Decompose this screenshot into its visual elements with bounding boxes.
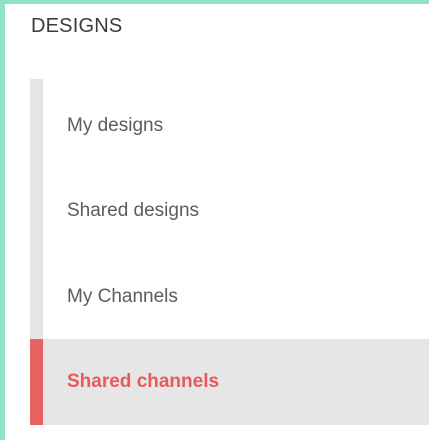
frame-top-border: [0, 0, 429, 4]
section-heading: DESIGNS: [31, 15, 123, 37]
nav-item-label: Shared designs: [67, 200, 200, 221]
active-indicator: [30, 339, 43, 425]
nav-item-label: My designs: [67, 115, 164, 136]
nav-item-shared-designs[interactable]: Shared designs: [30, 168, 429, 254]
nav-item-shared-channels[interactable]: Shared channels: [30, 339, 429, 425]
frame-left-border: [0, 0, 5, 440]
designs-nav: My designs Shared designs My Channels Sh…: [30, 79, 429, 425]
nav-item-label: Shared channels: [67, 371, 220, 392]
nav-item-label: My Channels: [67, 286, 178, 307]
nav-item-my-channels[interactable]: My Channels: [30, 254, 429, 340]
nav-item-my-designs[interactable]: My designs: [30, 83, 429, 169]
